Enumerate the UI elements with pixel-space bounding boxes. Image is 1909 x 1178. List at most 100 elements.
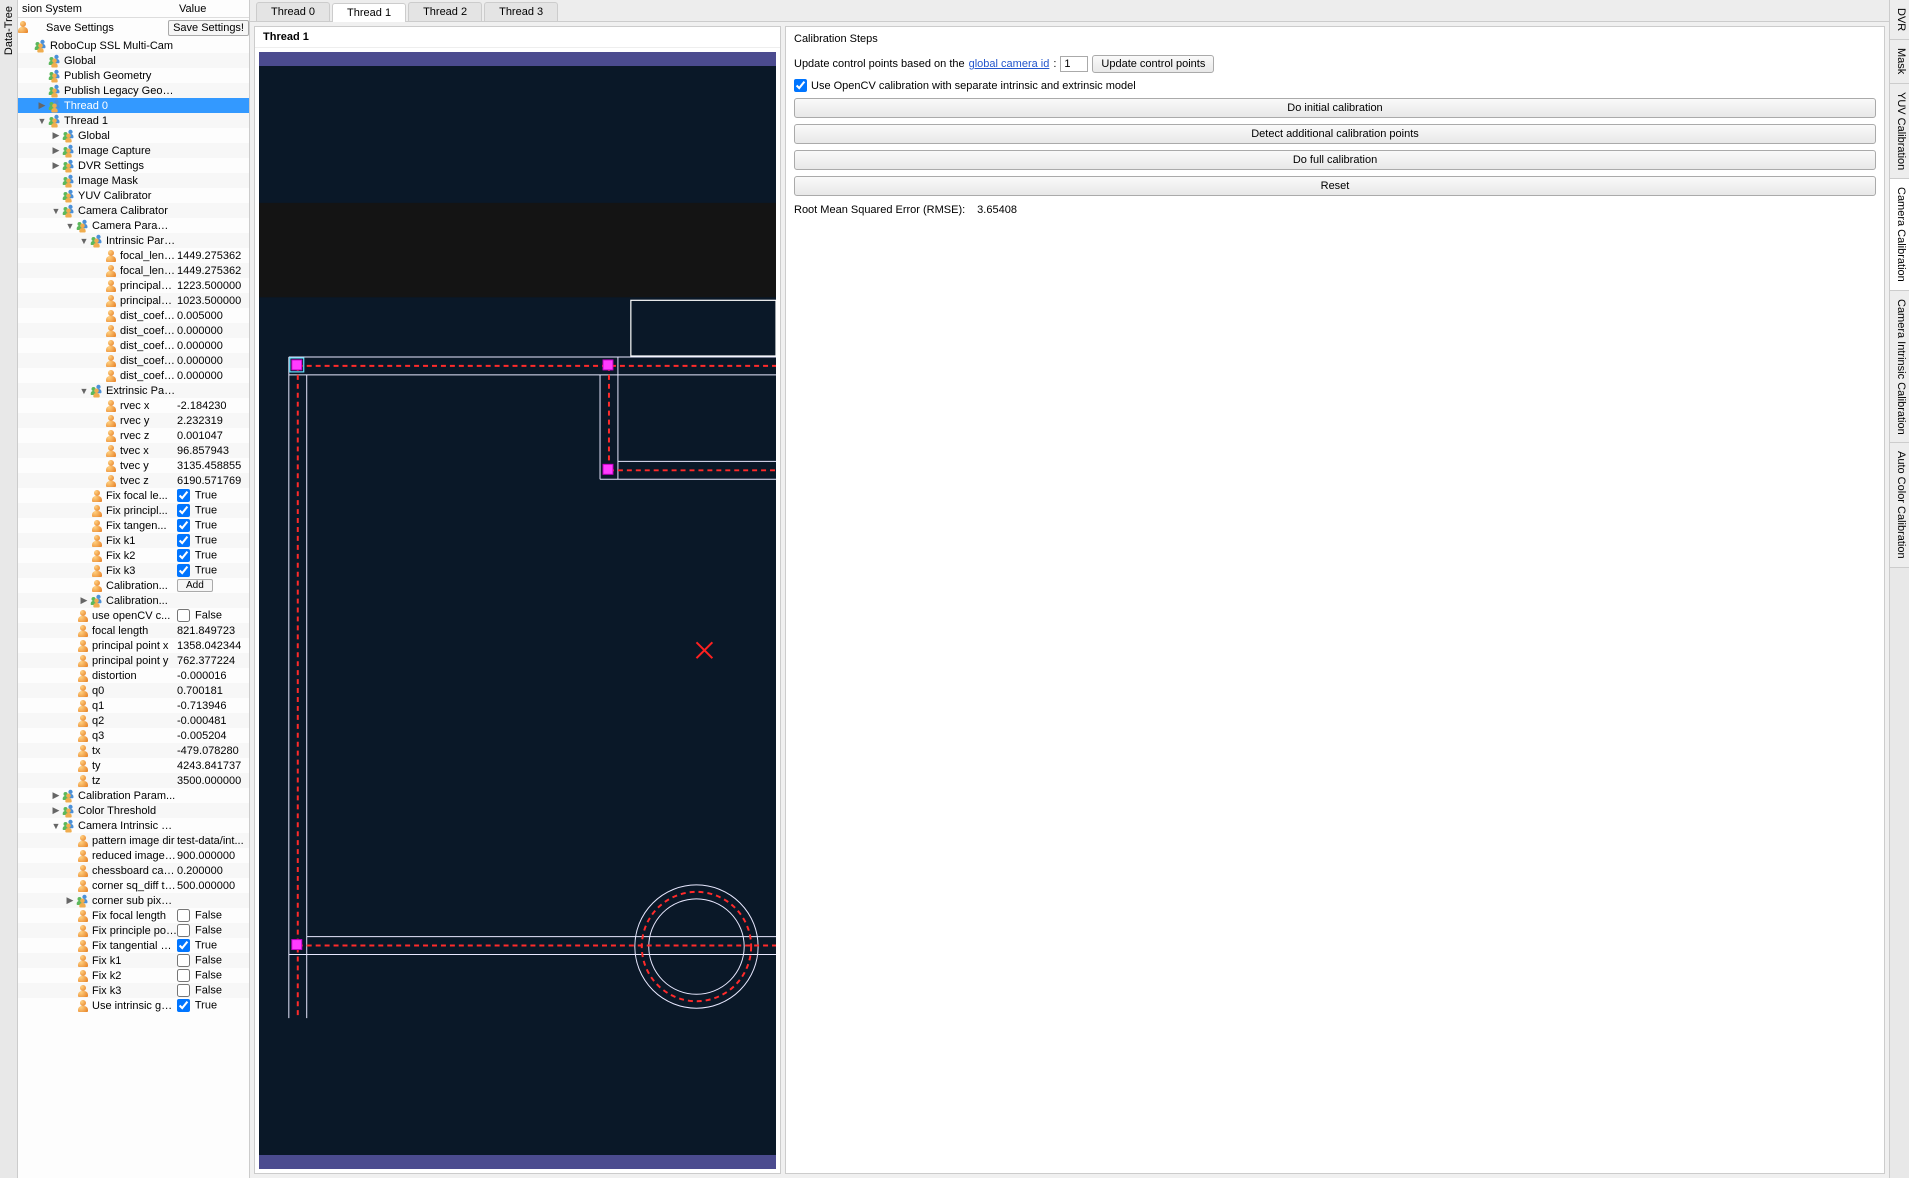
- tree-checkbox[interactable]: [177, 984, 190, 997]
- tree-row[interactable]: Global: [18, 53, 249, 68]
- tree-row[interactable]: ▶Thread 0: [18, 98, 249, 113]
- tree-row[interactable]: tvec x96.857943: [18, 443, 249, 458]
- tree-checkbox[interactable]: [177, 534, 190, 547]
- tree-row[interactable]: Publish Legacy Geometry: [18, 83, 249, 98]
- tree-checkbox[interactable]: [177, 999, 190, 1012]
- tree-row[interactable]: Fix k2 False: [18, 968, 249, 983]
- tree-row[interactable]: ty4243.841737: [18, 758, 249, 773]
- tree-toggle-icon[interactable]: ▼: [50, 821, 62, 831]
- tree-row[interactable]: Fix principl... True: [18, 503, 249, 518]
- tree-row[interactable]: Use intrinsic guess True: [18, 998, 249, 1013]
- tree-row[interactable]: principal_p...1023.500000: [18, 293, 249, 308]
- right-tab[interactable]: Auto Color Calibration: [1890, 443, 1909, 568]
- tree-row[interactable]: dist_coeff_k20.000000: [18, 323, 249, 338]
- tree-row[interactable]: rvec z0.001047: [18, 428, 249, 443]
- tree-row[interactable]: pattern image dirtest-data/int...: [18, 833, 249, 848]
- tree-row[interactable]: tz3500.000000: [18, 773, 249, 788]
- tree-toggle-icon[interactable]: ▼: [64, 221, 76, 231]
- tree-row[interactable]: focal_lengt...1449.275362: [18, 263, 249, 278]
- tree-row[interactable]: ▼Extrinsic Para...: [18, 383, 249, 398]
- tree-row[interactable]: focal_lengt...1449.275362: [18, 248, 249, 263]
- tree-row[interactable]: ▶corner sub pixel d...: [18, 893, 249, 908]
- camera-id-input[interactable]: [1060, 56, 1088, 72]
- tree-row[interactable]: tvec z6190.571769: [18, 473, 249, 488]
- tree-toggle-icon[interactable]: ▶: [36, 100, 48, 111]
- tree-checkbox[interactable]: [177, 489, 190, 502]
- tree-toggle-icon[interactable]: ▶: [64, 895, 76, 906]
- tree-checkbox[interactable]: [177, 924, 190, 937]
- tree-row[interactable]: dist_coeff_p20.000000: [18, 353, 249, 368]
- tree-row[interactable]: ▶Calibration Param...: [18, 788, 249, 803]
- opencv-label[interactable]: Use OpenCV calibration with separate int…: [811, 80, 1136, 92]
- tree-row[interactable]: dist_coeff_k30.000000: [18, 368, 249, 383]
- tree-row[interactable]: Fix principle point False: [18, 923, 249, 938]
- tree-row[interactable]: ▼Intrinsic Para...: [18, 233, 249, 248]
- tree-toggle-icon[interactable]: ▶: [50, 790, 62, 801]
- right-tab[interactable]: Camera Calibration: [1890, 179, 1909, 291]
- detect-points-button[interactable]: Detect additional calibration points: [794, 124, 1876, 144]
- thread-tab[interactable]: Thread 0: [256, 2, 330, 21]
- tree-row[interactable]: q00.700181: [18, 683, 249, 698]
- tree-row[interactable]: Calibration...Add: [18, 578, 249, 593]
- tree-scroll[interactable]: Save SettingsSave Settings!RoboCup SSL M…: [18, 18, 249, 1178]
- tree-row[interactable]: Fix focal le... True: [18, 488, 249, 503]
- tree-row[interactable]: ▼Camera Calibrator: [18, 203, 249, 218]
- tree-row[interactable]: Publish Geometry: [18, 68, 249, 83]
- tree-row[interactable]: distortion-0.000016: [18, 668, 249, 683]
- tree-row[interactable]: ▶Color Threshold: [18, 803, 249, 818]
- tree-toggle-icon[interactable]: ▶: [50, 160, 62, 171]
- tree-checkbox[interactable]: [177, 519, 190, 532]
- tree-row[interactable]: q1-0.713946: [18, 698, 249, 713]
- tree-row[interactable]: ▼Camera Paramet...: [18, 218, 249, 233]
- global-camera-link[interactable]: global camera id: [969, 58, 1050, 70]
- opencv-checkbox[interactable]: [794, 79, 807, 92]
- full-calib-button[interactable]: Do full calibration: [794, 150, 1876, 170]
- tree-toggle-icon[interactable]: ▶: [78, 595, 90, 606]
- save-settings-button[interactable]: Save Settings!: [168, 20, 249, 36]
- tree-row[interactable]: principal point y762.377224: [18, 653, 249, 668]
- tree-row[interactable]: ▼Thread 1: [18, 113, 249, 128]
- tree-row[interactable]: YUV Calibrator: [18, 188, 249, 203]
- tree-checkbox[interactable]: [177, 909, 190, 922]
- tree-row[interactable]: Fix tangen... True: [18, 518, 249, 533]
- thread-tab[interactable]: Thread 3: [484, 2, 558, 21]
- right-tab[interactable]: Mask: [1890, 40, 1909, 83]
- update-control-button[interactable]: Update control points: [1092, 55, 1214, 73]
- right-tab[interactable]: DVR: [1890, 0, 1909, 40]
- tree-row[interactable]: rvec y2.232319: [18, 413, 249, 428]
- tree-row[interactable]: Fix k1 False: [18, 953, 249, 968]
- tree-row[interactable]: q2-0.000481: [18, 713, 249, 728]
- tree-row[interactable]: Fix k2 True: [18, 548, 249, 563]
- tree-checkbox[interactable]: [177, 504, 190, 517]
- tree-row[interactable]: rvec x-2.184230: [18, 398, 249, 413]
- tree-row[interactable]: focal length821.849723: [18, 623, 249, 638]
- tree-toggle-icon[interactable]: ▶: [50, 805, 62, 816]
- tree-row[interactable]: Image Mask: [18, 173, 249, 188]
- tree-row[interactable]: dist_coeff_k10.005000: [18, 308, 249, 323]
- tree-row[interactable]: q3-0.005204: [18, 728, 249, 743]
- reset-button[interactable]: Reset: [794, 176, 1876, 196]
- tree-row[interactable]: Fix focal length False: [18, 908, 249, 923]
- tree-row[interactable]: ▶Image Capture: [18, 143, 249, 158]
- tree-checkbox[interactable]: [177, 549, 190, 562]
- tree-toggle-icon[interactable]: ▶: [50, 145, 62, 156]
- tree-row[interactable]: tx-479.078280: [18, 743, 249, 758]
- tree-row[interactable]: ▶Global: [18, 128, 249, 143]
- tree-row[interactable]: dist_coeff_p10.000000: [18, 338, 249, 353]
- tree-checkbox[interactable]: [177, 609, 190, 622]
- camera-view[interactable]: [259, 52, 776, 1169]
- left-dock-tab[interactable]: Data-Tree: [0, 0, 18, 1178]
- tree-row[interactable]: Fix k3 True: [18, 563, 249, 578]
- tree-row[interactable]: ▶Calibration...: [18, 593, 249, 608]
- tree-checkbox[interactable]: [177, 969, 190, 982]
- tree-row[interactable]: tvec y3135.458855: [18, 458, 249, 473]
- tree-toggle-icon[interactable]: ▼: [78, 386, 90, 396]
- tree-row[interactable]: ▶DVR Settings: [18, 158, 249, 173]
- initial-calib-button[interactable]: Do initial calibration: [794, 98, 1876, 118]
- tree-row[interactable]: use openCV c... False: [18, 608, 249, 623]
- tree-row[interactable]: principal point x1358.042344: [18, 638, 249, 653]
- right-tab[interactable]: Camera Intrinsic Calibration: [1890, 291, 1909, 444]
- thread-tab[interactable]: Thread 2: [408, 2, 482, 21]
- thread-tab[interactable]: Thread 1: [332, 3, 406, 22]
- tree-row[interactable]: corner sq_diff th...500.000000: [18, 878, 249, 893]
